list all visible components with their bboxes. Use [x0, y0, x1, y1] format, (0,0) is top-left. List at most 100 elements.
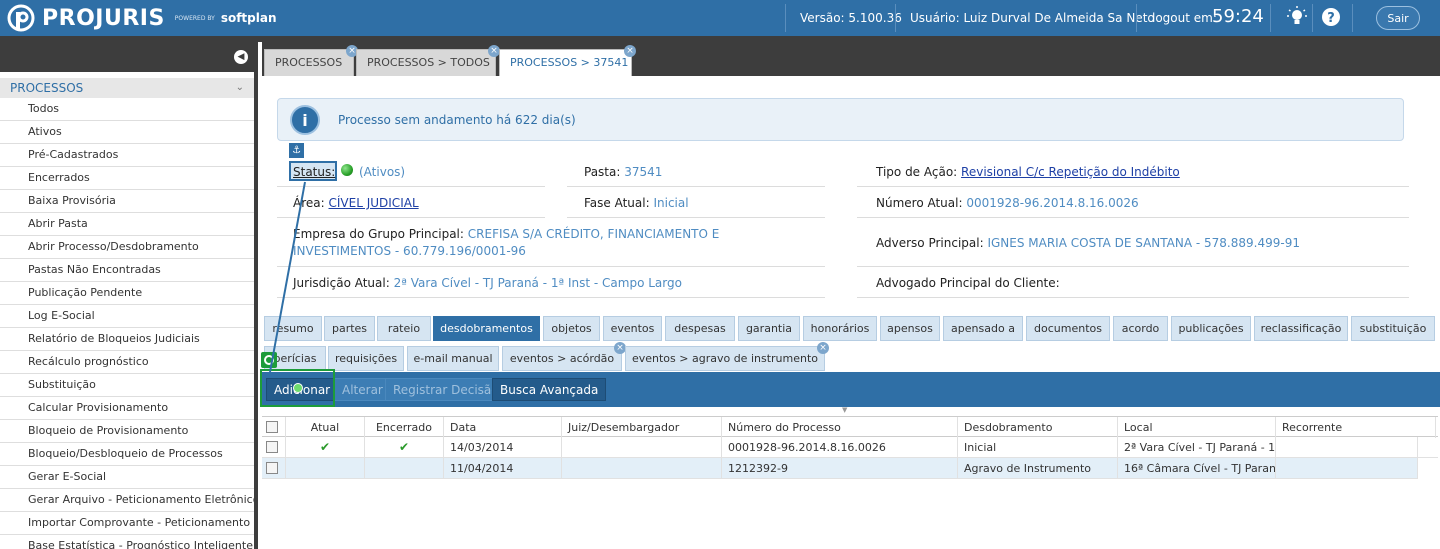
desdobramentos-table: Atual Encerrado Data Juiz/Desembargador … [262, 416, 1438, 479]
field-divider [567, 217, 825, 218]
cursor-icon [293, 383, 303, 393]
sidebar-item-baixa-provisoria[interactable]: Baixa Provisória [0, 190, 254, 213]
tab-desdobramentos[interactable]: desdobramentos [433, 316, 540, 341]
column-header-data[interactable]: Data [444, 417, 562, 438]
tab-email-manual[interactable]: e-mail manual [407, 346, 499, 371]
column-header-desdobramento[interactable]: Desdobramento [958, 417, 1118, 438]
sidebar-item-bloqueio-provisionamento[interactable]: Bloqueio de Provisionamento [0, 420, 254, 443]
sidebar-item-pre-cadastrados[interactable]: Pré-Cadastrados [0, 144, 254, 167]
sidebar-item-abrir-processo[interactable]: Abrir Processo/Desdobramento [0, 236, 254, 259]
edit-button[interactable]: Alterar [334, 378, 391, 401]
sidebar-menu: Todos Ativos Pré-Cadastrados Encerrados … [0, 98, 254, 549]
select-all-cell [262, 417, 286, 438]
collapse-sidebar-icon[interactable]: ◀ [234, 50, 248, 64]
sort-indicator-icon: ▼ [842, 406, 848, 414]
column-header-encerrado[interactable]: Encerrado [365, 417, 444, 438]
tab-despesas[interactable]: despesas [665, 316, 735, 341]
tab-documentos[interactable]: documentos [1026, 316, 1110, 341]
tab-label: PROCESSOS [275, 56, 343, 69]
status-value-text: (Ativos) [359, 165, 406, 179]
column-header-recorrente[interactable]: Recorrente [1276, 417, 1436, 438]
table-header-row: Atual Encerrado Data Juiz/Desembargador … [262, 416, 1438, 438]
sidebar-item-gerar-arquivo-peticionamento[interactable]: Gerar Arquivo - Peticionamento Eletrônic… [0, 489, 254, 512]
tab-garantia[interactable]: garantia [738, 316, 800, 341]
tab-apensos[interactable]: apensos [880, 316, 940, 341]
tab-acordo[interactable]: acordo [1113, 316, 1168, 341]
tab-requisicoes[interactable]: requisições [328, 346, 404, 371]
adverso-field: Adverso Principal: IGNES MARIA COSTA DE … [876, 236, 1300, 250]
advanced-search-button[interactable]: Busca Avançada [492, 378, 607, 401]
projuris-logo-icon [7, 4, 35, 32]
column-header-juiz[interactable]: Juiz/Desembargador [562, 417, 722, 438]
sidebar-item-recalculo-prognostico[interactable]: Recálculo prognóstico [0, 351, 254, 374]
fase-value: Inicial [653, 196, 689, 210]
encerrado-check-icon: ✔ [365, 437, 444, 458]
sidebar-item-bloqueio-desbloqueio[interactable]: Bloqueio/Desbloqueio de Processos [0, 443, 254, 466]
sidebar-item-publicacao-pendente[interactable]: Publicação Pendente [0, 282, 254, 305]
row-checkbox[interactable] [266, 441, 278, 453]
area-link[interactable]: CÍVEL JUDICIAL [329, 196, 419, 210]
sidebar-item-log-esocial[interactable]: Log E-Social [0, 305, 254, 328]
tab-eventos-agravo[interactable]: eventos > agravo de instrumento × [625, 342, 829, 371]
column-header-numero[interactable]: Número do Processo [722, 417, 958, 438]
select-all-checkbox[interactable] [266, 421, 278, 433]
table-row[interactable]: 11/04/2014 1212392-9 Agravo de Instrumen… [262, 458, 1418, 479]
row-checkbox[interactable] [266, 462, 278, 474]
tab-objetos[interactable]: objetos [543, 316, 600, 341]
status-value: (Ativos) [359, 165, 405, 179]
close-icon[interactable]: × [817, 342, 829, 354]
adverso-label: Adverso Principal: [876, 236, 984, 250]
sidebar-item-todos[interactable]: Todos [0, 98, 254, 121]
sidebar-item-calcular-provisionamento[interactable]: Calcular Provisionamento [0, 397, 254, 420]
tipo-acao-link[interactable]: Revisional C/c Repetição do Indébito [961, 165, 1180, 179]
sidebar-item-substituicao[interactable]: Substituição [0, 374, 254, 397]
tab-eventos[interactable]: eventos [603, 316, 662, 341]
sidebar-item-encerrados[interactable]: Encerrados [0, 167, 254, 190]
sidebar-header: ◀ [0, 42, 254, 72]
tab-substituicao[interactable]: substituição [1351, 316, 1435, 341]
tab-apensado-a[interactable]: apensado a [943, 316, 1023, 341]
tab-processo-37541[interactable]: PROCESSOS > 37541 × [499, 45, 636, 76]
tab-processos-todos[interactable]: PROCESSOS > TODOS × [356, 45, 500, 76]
empresa-field-cont: INVESTIMENTOS - 60.779.196/0001-96 [293, 244, 526, 258]
sidebar-item-gerar-esocial[interactable]: Gerar E-Social [0, 466, 254, 489]
sidebar-item-abrir-pasta[interactable]: Abrir Pasta [0, 213, 254, 236]
close-icon[interactable]: × [624, 45, 636, 57]
field-divider [277, 186, 545, 187]
tab-partes[interactable]: partes [324, 316, 375, 341]
help-icon[interactable]: ? [1320, 6, 1342, 28]
sidebar-item-base-estatistica[interactable]: Base Estatística - Prognóstico Inteligen… [0, 535, 254, 549]
column-header-atual[interactable]: Atual [286, 417, 365, 438]
juiz-cell [562, 437, 722, 458]
local-cell: 16ª Câmara Cível - TJ Paraná - 2 [1118, 458, 1276, 479]
numero-cell: 0001928-96.2014.8.16.0026 [722, 437, 958, 458]
tab-publicacoes[interactable]: publicações [1171, 316, 1251, 341]
lightbulb-icon[interactable] [1286, 6, 1308, 28]
sidebar-item-importar-comprovante[interactable]: Importar Comprovante - Peticionamento El… [0, 512, 254, 535]
empresa-field: Empresa do Grupo Principal: CREFISA S/A … [293, 227, 719, 241]
tab-honorarios[interactable]: honorários [803, 316, 877, 341]
sidebar-item-relatorio-bloqueios[interactable]: Relatório de Bloqueios Judiciais [0, 328, 254, 351]
tipo-acao-label: Tipo de Ação: [876, 165, 958, 179]
tab-label: PROCESSOS > 37541 [510, 56, 629, 69]
column-header-local[interactable]: Local [1118, 417, 1276, 438]
tab-processos[interactable]: PROCESSOS × [264, 45, 358, 76]
tab-reclassificacao[interactable]: reclassificação [1254, 316, 1348, 341]
table-row[interactable]: ✔ ✔ 14/03/2014 0001928-96.2014.8.16.0026… [262, 437, 1438, 458]
topbar-divider [1136, 4, 1137, 32]
tab-rateio[interactable]: rateio [377, 316, 431, 341]
tab-eventos-acordao[interactable]: eventos > acórdão × [502, 342, 626, 371]
encerrado-cell [365, 458, 444, 479]
register-decision-button[interactable]: Registrar Decisão [385, 378, 507, 401]
sidebar-section-processos[interactable]: PROCESSOS ⌄ [0, 78, 254, 98]
tab-label: eventos > acórdão [509, 352, 615, 365]
area-label: Área: [293, 196, 325, 210]
info-alert: i Processo sem andamento há 622 dia(s) [277, 98, 1404, 141]
field-divider [277, 217, 545, 218]
sidebar-item-pastas-nao-encontradas[interactable]: Pastas Não Encontradas [0, 259, 254, 282]
tab-resumo[interactable]: resumo [264, 316, 322, 341]
desdobramento-cell: Inicial [958, 437, 1118, 458]
sidebar-item-ativos[interactable]: Ativos [0, 121, 254, 144]
empresa-value-line2: INVESTIMENTOS - 60.779.196/0001-96 [293, 244, 526, 258]
logout-button[interactable]: Sair [1376, 6, 1420, 30]
